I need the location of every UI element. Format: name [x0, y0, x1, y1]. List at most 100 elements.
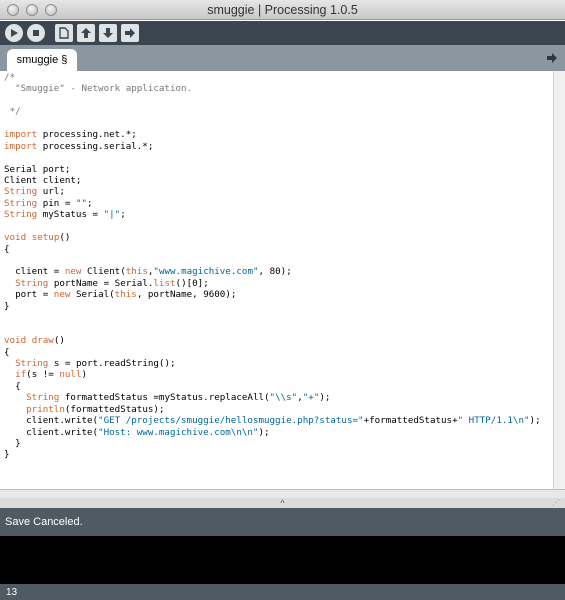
stop-icon — [33, 30, 39, 36]
export-right-arrow-icon — [125, 28, 135, 38]
code-text[interactable]: /* "Smuggie" - Network application. */ i… — [4, 72, 541, 461]
window-title: smuggie | Processing 1.0.5 — [207, 3, 358, 17]
code-line[interactable]: void draw() — [4, 335, 541, 346]
code-editor[interactable]: /* "Smuggie" - Network application. */ i… — [0, 71, 553, 489]
code-token: ); — [319, 392, 331, 404]
code-token: this — [125, 266, 148, 278]
code-token: ()[0]; — [175, 277, 209, 289]
code-token: "" — [75, 197, 88, 209]
new-file-icon — [59, 27, 69, 39]
code-token: "|" — [103, 209, 121, 221]
code-line[interactable]: client.write("Host: www.magichive.com\n\… — [4, 427, 541, 438]
code-line[interactable]: import processing.serial.*; — [4, 141, 541, 152]
current-line-number: 13 — [6, 586, 18, 598]
resize-grip-icon[interactable]: ⋰ — [552, 498, 562, 508]
code-line[interactable]: import processing.net.*; — [4, 129, 541, 140]
code-token: String — [15, 277, 49, 289]
code-token: +formattedStatus+ — [363, 415, 458, 427]
code-token: void — [4, 232, 27, 244]
code-line[interactable] — [4, 324, 541, 335]
code-line[interactable]: client = new Client(this,"www.magichive.… — [4, 266, 541, 277]
export-button[interactable] — [121, 24, 139, 42]
collapse-arrow-icon[interactable]: ^ — [280, 499, 284, 508]
code-token: processing.serial.*; — [37, 140, 154, 152]
save-down-arrow-icon — [103, 28, 113, 38]
code-line[interactable]: { — [4, 381, 541, 392]
code-token: this — [114, 289, 137, 301]
stop-button[interactable] — [27, 24, 45, 42]
code-token: () — [53, 335, 65, 347]
code-token: (formattedStatus); — [64, 403, 165, 415]
title-bar: smuggie | Processing 1.0.5 — [0, 0, 565, 20]
code-token: setup — [31, 232, 60, 244]
editor-vertical-scrollbar[interactable] — [553, 71, 565, 489]
code-line[interactable]: client.write("GET /projects/smuggie/hell… — [4, 415, 541, 427]
line-number-bar: 13 — [0, 584, 565, 600]
code-line[interactable]: } — [4, 301, 541, 312]
code-line[interactable]: void setup() — [4, 232, 541, 243]
code-line[interactable]: { — [4, 347, 541, 358]
code-line[interactable]: println(formattedStatus); — [4, 404, 541, 415]
code-token: (s != — [26, 369, 60, 381]
toolbar — [0, 21, 565, 45]
code-token: s = port.readString(); — [48, 357, 176, 369]
code-line[interactable]: } — [4, 449, 541, 460]
code-line[interactable] — [4, 118, 541, 129]
new-button[interactable] — [55, 24, 73, 42]
code-token: { — [4, 243, 10, 255]
code-line[interactable] — [4, 95, 541, 106]
code-line[interactable]: String formattedStatus =myStatus.replace… — [4, 392, 541, 403]
code-token: { — [4, 346, 10, 358]
code-line[interactable]: Client client; — [4, 175, 541, 186]
code-line[interactable] — [4, 221, 541, 232]
code-line[interactable]: String pin = ""; — [4, 198, 541, 209]
code-line[interactable]: String myStatus = "|"; — [4, 209, 541, 220]
code-line[interactable]: String portName = Serial.list()[0]; — [4, 278, 541, 289]
tab-smuggie[interactable]: smuggie § — [7, 49, 77, 71]
tab-menu-button[interactable] — [545, 52, 559, 64]
code-token: "\\s" — [269, 392, 298, 404]
code-line[interactable]: String url; — [4, 186, 541, 197]
code-line[interactable] — [4, 255, 541, 266]
code-token: url; — [37, 186, 65, 198]
code-token: new — [53, 289, 71, 301]
code-line[interactable] — [4, 152, 541, 163]
code-line[interactable]: Serial port; — [4, 164, 541, 175]
code-token: null — [59, 369, 82, 381]
right-arrow-icon — [547, 53, 557, 63]
code-line[interactable] — [4, 312, 541, 323]
code-token: if — [15, 369, 27, 381]
run-button[interactable] — [5, 24, 23, 42]
open-button[interactable] — [77, 24, 95, 42]
code-token: Serial port; — [4, 163, 71, 175]
code-line[interactable]: if(s != null) — [4, 369, 541, 380]
code-token: myStatus = — [37, 209, 104, 221]
code-line[interactable]: /* — [4, 72, 541, 83]
code-token: Serial( — [70, 289, 115, 301]
code-token: ); — [529, 415, 541, 427]
code-token: list — [153, 277, 176, 289]
open-up-arrow-icon — [81, 28, 91, 38]
code-line[interactable]: String s = port.readString(); — [4, 358, 541, 369]
code-token: } — [4, 300, 10, 312]
code-token: pin = — [37, 197, 76, 209]
code-line[interactable]: port = new Serial(this, portName, 9600); — [4, 289, 541, 300]
code-token: client.write( — [4, 426, 99, 438]
console-divider[interactable]: ^ — [0, 498, 565, 508]
code-line[interactable]: } — [4, 438, 541, 449]
code-line[interactable]: "Smuggie" - Network application. — [4, 83, 541, 94]
editor-horizontal-scrollbar[interactable] — [0, 489, 565, 498]
code-token: " HTTP/1.1\n" — [457, 415, 530, 427]
code-token: formattedStatus =myStatus.replaceAll( — [59, 392, 270, 404]
code-token: () — [59, 232, 71, 244]
code-token: ) — [81, 369, 88, 381]
code-line[interactable]: { — [4, 244, 541, 255]
console-output[interactable] — [0, 536, 565, 584]
code-token: "+" — [302, 392, 320, 404]
code-line[interactable]: */ — [4, 106, 541, 117]
save-button[interactable] — [99, 24, 117, 42]
code-token: } — [4, 438, 21, 449]
